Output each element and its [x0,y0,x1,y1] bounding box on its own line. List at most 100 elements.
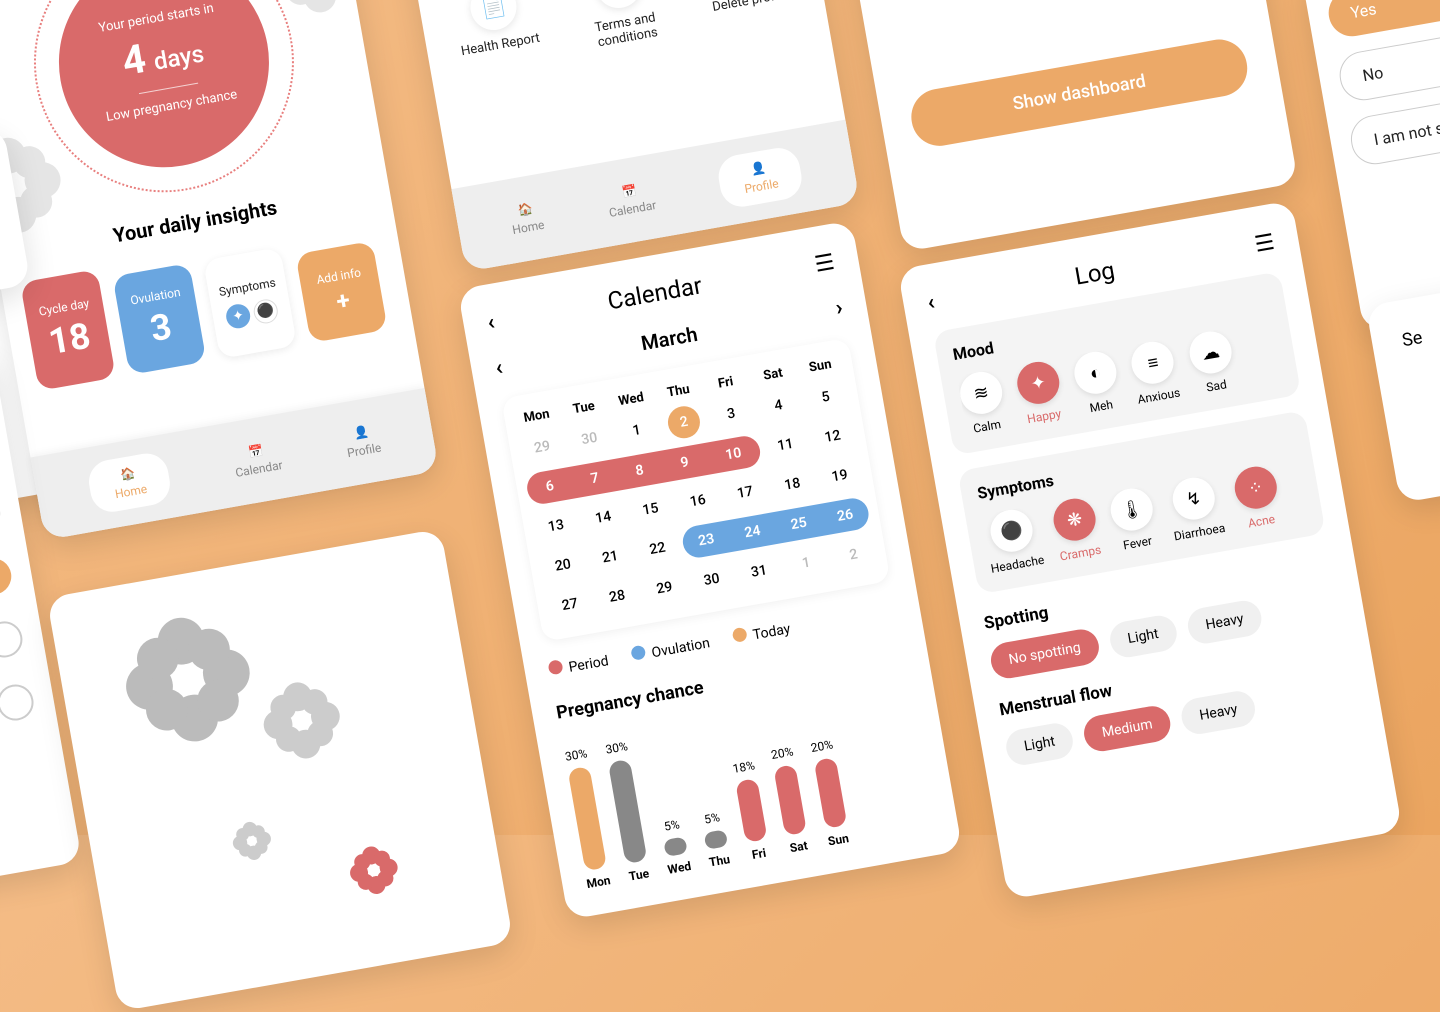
calendar-day[interactable]: 18 [774,466,811,503]
mood-chip[interactable]: ≋Calm [957,369,1009,437]
divider [139,83,198,94]
mood-icon: ◐ [1071,348,1120,397]
calendar-day[interactable]: 31 [740,553,777,590]
bar-category-label: Sun [827,831,850,848]
menu-label: Health Report [460,31,541,60]
bar-category-label: Tue [628,866,650,883]
symptoms-card[interactable]: Symptoms ✦ ⚫ [203,247,297,359]
menu-delete-profile[interactable]: ✕ Delete profile [687,0,807,32]
nav-calendar[interactable]: 📅 Calendar [231,440,283,480]
day-header: Tue [561,397,607,419]
bar-rect [735,778,767,843]
check-off-icon [0,682,36,724]
calendar-day[interactable]: 14 [585,499,622,536]
calendar-day[interactable]: 3 [713,395,750,432]
option-yes[interactable]: Yes [1325,0,1440,40]
mood-label: Calm [972,417,1002,436]
menu-terms[interactable]: ≡ Terms and conditions [562,0,682,54]
mood-chip[interactable]: ✦Happy [1014,359,1066,427]
nav-home[interactable]: 🏠 Home [508,200,545,237]
sparkle-icon: ✦ [224,302,252,330]
menu-health-report[interactable]: 📄 Health Report [437,0,557,76]
symptom-chip[interactable]: 🌡Fever [1107,485,1159,553]
calendar-day[interactable]: 30 [571,420,608,457]
calendar-day[interactable]: 29 [524,429,561,466]
spotting-option[interactable]: Heavy [1185,598,1264,646]
calendar-day[interactable]: 1 [618,412,655,449]
calendar-day[interactable]: 4 [760,387,797,424]
bar-rect [568,766,608,871]
calendar-day[interactable]: 12 [814,418,851,455]
checklist-row[interactable] [0,664,58,796]
calendar-day[interactable]: 13 [537,508,574,545]
calendar-day[interactable]: 30 [693,561,730,598]
calendar-day[interactable]: 2 [665,404,702,441]
spotting-option[interactable]: No spotting [988,627,1101,681]
flow-option[interactable]: Heavy [1179,688,1258,736]
period-dot-icon [547,659,563,675]
symptom-chip[interactable]: ⁘Acne [1231,463,1283,531]
mood-icon: ✦ [1014,359,1063,408]
calendar-day[interactable]: 28 [599,578,636,615]
symptom-icon: 🌡 [1107,485,1156,534]
home-icon: 🏠 [517,201,534,217]
cycle-day-card[interactable]: Cycle day 18 [20,269,116,391]
symptom-icon: ⚫ [987,506,1036,555]
calendar-day[interactable]: 16 [679,483,716,520]
calendar-icon: 📅 [247,443,264,459]
flow-option[interactable]: Medium [1081,703,1173,754]
day-header: Wed [608,388,654,410]
bar-value-label: 5% [663,817,681,833]
calendar-day[interactable]: 1 [788,545,825,582]
pill-icon: ⚫ [252,297,280,325]
chart-bar: 5%Thu [700,809,732,869]
calendar-day[interactable]: 15 [632,491,669,528]
nav-profile-label: Profile [346,441,382,461]
mood-icon: ☁ [1186,328,1235,377]
nav-calendar[interactable]: 📅 Calendar [605,180,657,220]
mood-chip[interactable]: ◐Meh [1071,348,1123,416]
home-screen: 2 Your period starts in 4days Low pregna… [0,0,439,540]
nav-profile[interactable]: 👤 Profile [715,145,805,211]
nav-home[interactable]: 🏠 Home [85,450,173,515]
nav-profile[interactable]: 👤 Profile [343,423,382,460]
calendar-day[interactable]: 19 [821,458,858,495]
chart-bar: 30%Mon [563,746,611,891]
lines-icon: ≡ [592,0,645,12]
mood-label: Anxious [1137,385,1182,406]
bar-category-label: Thu [708,852,731,869]
calendar-day[interactable]: 21 [592,539,629,576]
calendar-day[interactable]: 5 [807,379,844,416]
ovulation-dot-icon [630,645,646,661]
symptom-chip[interactable]: ⚫Headache [981,505,1045,575]
symptom-chip[interactable]: ↯Diarrhoea [1164,473,1226,543]
symptom-chip[interactable]: ❋Cramps [1050,495,1102,563]
flower-decoration-icon [249,640,355,806]
calendar-day[interactable]: 27 [551,586,588,623]
add-info-card[interactable]: Add info + [295,241,387,343]
day-header: Mon [514,405,560,427]
mood-chip[interactable]: ≡Anxious [1128,338,1181,407]
day-header: Sun [797,355,843,377]
nav-calendar-label: Calendar [608,198,657,220]
flow-option[interactable]: Light [1003,721,1075,768]
ovulation-card[interactable]: Ovulation 3 [112,263,206,375]
menu-icon[interactable]: ☰ [813,249,837,277]
nav-profile-label: Profile [743,176,779,196]
symptom-label: Fever [1122,534,1153,553]
options-screen: Yes No I am not sure [1302,0,1440,332]
mood-chip[interactable]: ☁Sad [1186,328,1238,396]
cycle-circle[interactable]: Your period starts in 4days Low pregnanc… [13,0,314,213]
calendar-day[interactable]: 11 [767,426,804,463]
menu-icon[interactable]: ☰ [1253,229,1277,257]
calendar-day[interactable]: 22 [639,530,676,567]
period-days-word: days [152,39,206,75]
calendar-day[interactable]: 2 [835,536,872,573]
calendar-day[interactable]: 29 [646,570,683,607]
show-dashboard-button[interactable]: Show dashboard [907,35,1252,150]
legend-today: Today [752,621,792,643]
spotting-option[interactable]: Light [1107,613,1179,660]
calendar-day[interactable]: 17 [727,474,764,511]
calendar-day[interactable]: 20 [544,547,581,584]
bar-value-label: 18% [732,759,756,777]
